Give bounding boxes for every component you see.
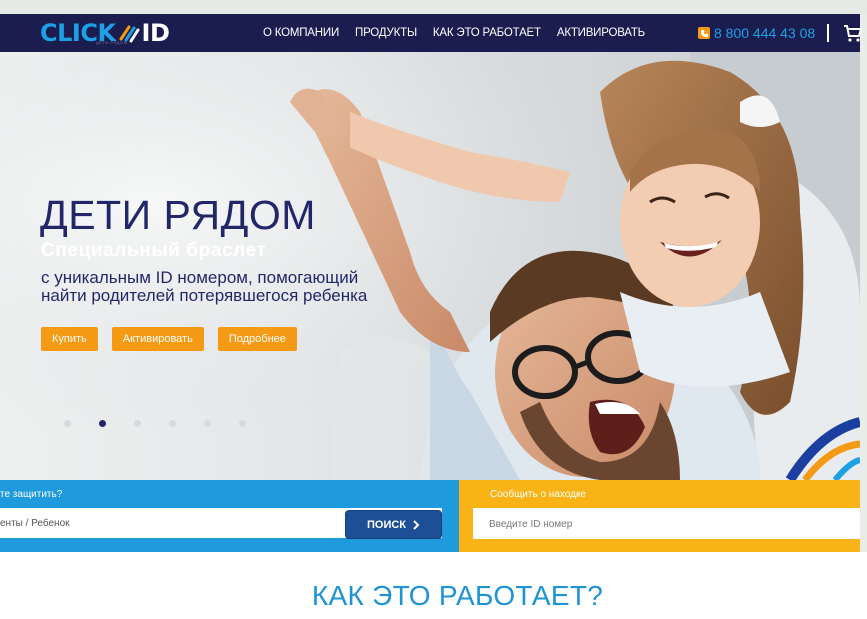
hero-photo bbox=[0, 52, 860, 480]
hero-banner: ДЕТИ РЯДОМ Специальный браслет с уникаль… bbox=[0, 52, 860, 480]
protect-category-value: енты / Ребенок bbox=[0, 518, 70, 529]
how-it-works-section: КАК ЭТО РАБОТАЕТ? bbox=[0, 552, 867, 619]
carousel-dot-4[interactable] bbox=[169, 420, 176, 427]
main-nav: О КОМПАНИИ ПРОДУКТЫ КАК ЭТО РАБОТАЕТ АКТ… bbox=[263, 14, 645, 52]
phone-icon bbox=[698, 27, 710, 39]
hero-description-line-2: найти родителей потерявшегося ребенка bbox=[41, 286, 368, 305]
protect-label: те защитить? bbox=[0, 489, 63, 500]
nav-item-activate[interactable]: АКТИВИРОВАТЬ bbox=[557, 27, 645, 39]
more-button[interactable]: Подробнее bbox=[217, 327, 297, 351]
header-divider bbox=[827, 24, 829, 42]
carousel-dot-2[interactable] bbox=[99, 420, 106, 427]
id-number-placeholder: Введите ID номер bbox=[489, 519, 573, 530]
logo-tagline: ДЕТИ РЯДОМ bbox=[96, 40, 128, 45]
nav-item-products[interactable]: ПРОДУКТЫ bbox=[355, 27, 417, 39]
activate-button[interactable]: Активировать bbox=[111, 327, 204, 351]
protect-search-panel: те защитить? енты / Ребенок ПОИСК bbox=[0, 480, 459, 552]
logo-text-id: ID bbox=[141, 19, 170, 47]
logo[interactable]: CLICK ID ДЕТИ РЯДОМ bbox=[40, 18, 170, 48]
search-button[interactable]: ПОИСК bbox=[345, 510, 442, 539]
site-header: CLICK ID ДЕТИ РЯДОМ О КОМПАНИИ ПРОДУКТЫ … bbox=[0, 14, 863, 52]
carousel-dot-1[interactable] bbox=[64, 420, 71, 427]
report-found-panel: Сообщить о находке Введите ID номер bbox=[459, 480, 860, 552]
phone-link[interactable]: 8 800 444 43 08 bbox=[698, 14, 815, 52]
top-strip bbox=[0, 0, 867, 14]
nav-item-how-it-works[interactable]: КАК ЭТО РАБОТАЕТ bbox=[433, 27, 541, 39]
hero-buttons: Купить Активировать Подробнее bbox=[41, 327, 297, 351]
hero-subtitle: Специальный браслет bbox=[41, 240, 267, 261]
search-button-label: ПОИСК bbox=[366, 518, 407, 531]
hero-title: ДЕТИ РЯДОМ bbox=[40, 192, 316, 238]
carousel-dot-6[interactable] bbox=[239, 420, 246, 427]
nav-item-company[interactable]: О КОМПАНИИ bbox=[263, 27, 339, 39]
report-found-label: Сообщить о находке bbox=[490, 489, 586, 500]
phone-number: 8 800 444 43 08 bbox=[714, 25, 816, 41]
chevron-right-icon bbox=[413, 519, 420, 530]
cart-icon[interactable] bbox=[843, 23, 863, 43]
section-title: КАК ЭТО РАБОТАЕТ? bbox=[311, 580, 604, 611]
carousel-dot-3[interactable] bbox=[134, 420, 141, 427]
carousel-dots bbox=[64, 420, 246, 427]
hero-description: с уникальным ID номером, помогающий найт… bbox=[41, 269, 441, 305]
buy-button[interactable]: Купить bbox=[41, 327, 98, 351]
hero-description-line-1: с уникальным ID номером, помогающий bbox=[41, 268, 359, 287]
carousel-dot-5[interactable] bbox=[204, 420, 211, 427]
